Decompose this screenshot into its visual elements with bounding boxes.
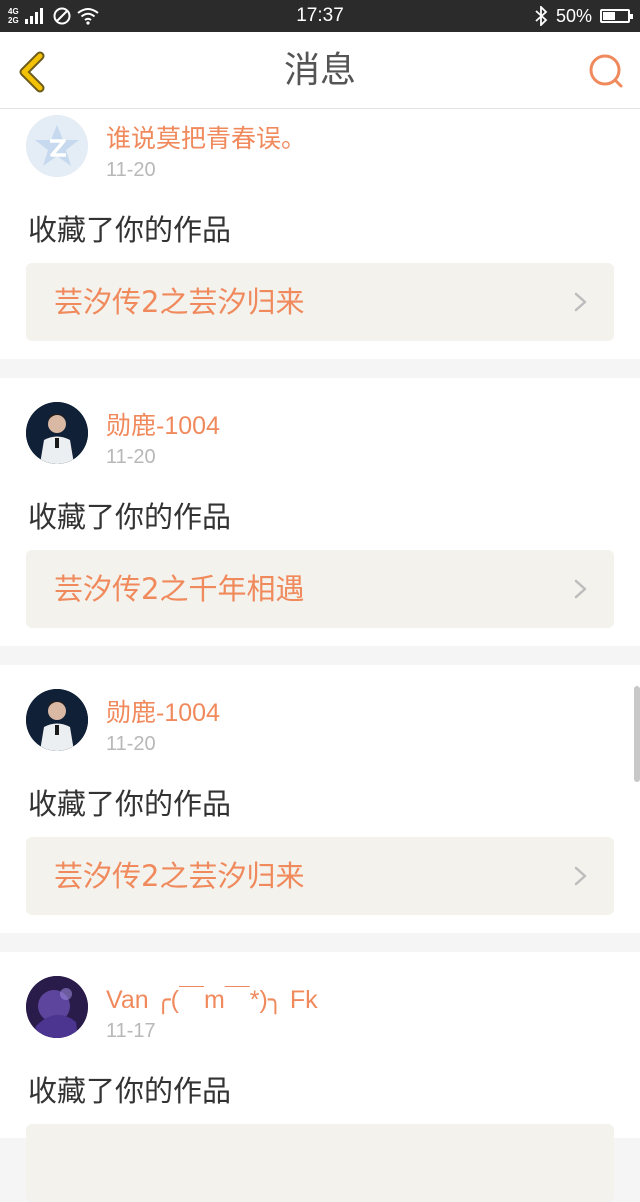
message-action: 收藏了你的作品 (28, 1074, 232, 1108)
page-title: 消息 (283, 50, 356, 91)
chevron-left-icon (19, 51, 45, 93)
message-date: 11-20 (106, 733, 156, 755)
chevron-right-icon (574, 292, 587, 312)
work-title: 芸汐传2之芸汐归来 (54, 285, 305, 319)
back-button[interactable] (10, 50, 54, 94)
message-username[interactable]: Van ╭(￣m￣*)╮ Fk (106, 980, 318, 1016)
battery-percent: 50% (555, 5, 592, 26)
avatar[interactable] (26, 115, 88, 177)
message-date: 11-20 (106, 446, 156, 468)
message-card: 勋鹿-1004 11-20 收藏了你的作品 芸汐传2之千年相遇 (0, 378, 640, 646)
chevron-right-icon (574, 579, 587, 599)
message-action: 收藏了你的作品 (28, 500, 232, 534)
message-username[interactable]: 谁说莫把青春误。 (106, 119, 306, 155)
scrollbar[interactable] (634, 686, 640, 782)
message-date: 11-20 (106, 159, 156, 181)
avatar[interactable] (26, 976, 88, 1038)
work-link[interactable]: 芸汐传2之千年相遇 (26, 550, 614, 628)
app-header: 消息 (0, 32, 640, 109)
message-action: 收藏了你的作品 (28, 213, 232, 247)
message-username[interactable]: 勋鹿-1004 (106, 406, 220, 442)
status-bar: 4G 2G 17:37 50% (0, 0, 640, 32)
user-photo-icon (26, 689, 88, 751)
battery-icon (600, 9, 633, 23)
status-right: 50% (534, 0, 633, 32)
message-card: 勋鹿-1004 11-20 收藏了你的作品 芸汐传2之芸汐归来 (0, 665, 640, 933)
work-title: 芸汐传2之千年相遇 (54, 572, 305, 606)
message-username[interactable]: 勋鹿-1004 (106, 693, 220, 729)
avatar[interactable] (26, 689, 88, 751)
avatar[interactable] (26, 402, 88, 464)
message-action: 收藏了你的作品 (28, 787, 232, 821)
message-card: Van ╭(￣m￣*)╮ Fk 11-17 收藏了你的作品 (0, 952, 640, 1202)
work-link[interactable]: 芸汐传2之芸汐归来 (26, 263, 614, 341)
default-avatar-star-icon (26, 115, 88, 177)
work-link[interactable]: 芸汐传2之芸汐归来 (26, 837, 614, 915)
search-button[interactable] (586, 52, 626, 92)
work-link[interactable] (26, 1124, 614, 1202)
message-card: 谁说莫把青春误。 11-20 收藏了你的作品 芸汐传2之芸汐归来 (0, 109, 640, 359)
user-photo-icon (26, 976, 88, 1038)
battery-fill (603, 12, 615, 20)
chevron-right-icon (574, 866, 587, 886)
bluetooth-icon (535, 6, 548, 26)
message-date: 11-17 (106, 1020, 156, 1042)
search-icon (589, 54, 623, 88)
work-title: 芸汐传2之芸汐归来 (54, 859, 305, 893)
user-photo-icon (26, 402, 88, 464)
